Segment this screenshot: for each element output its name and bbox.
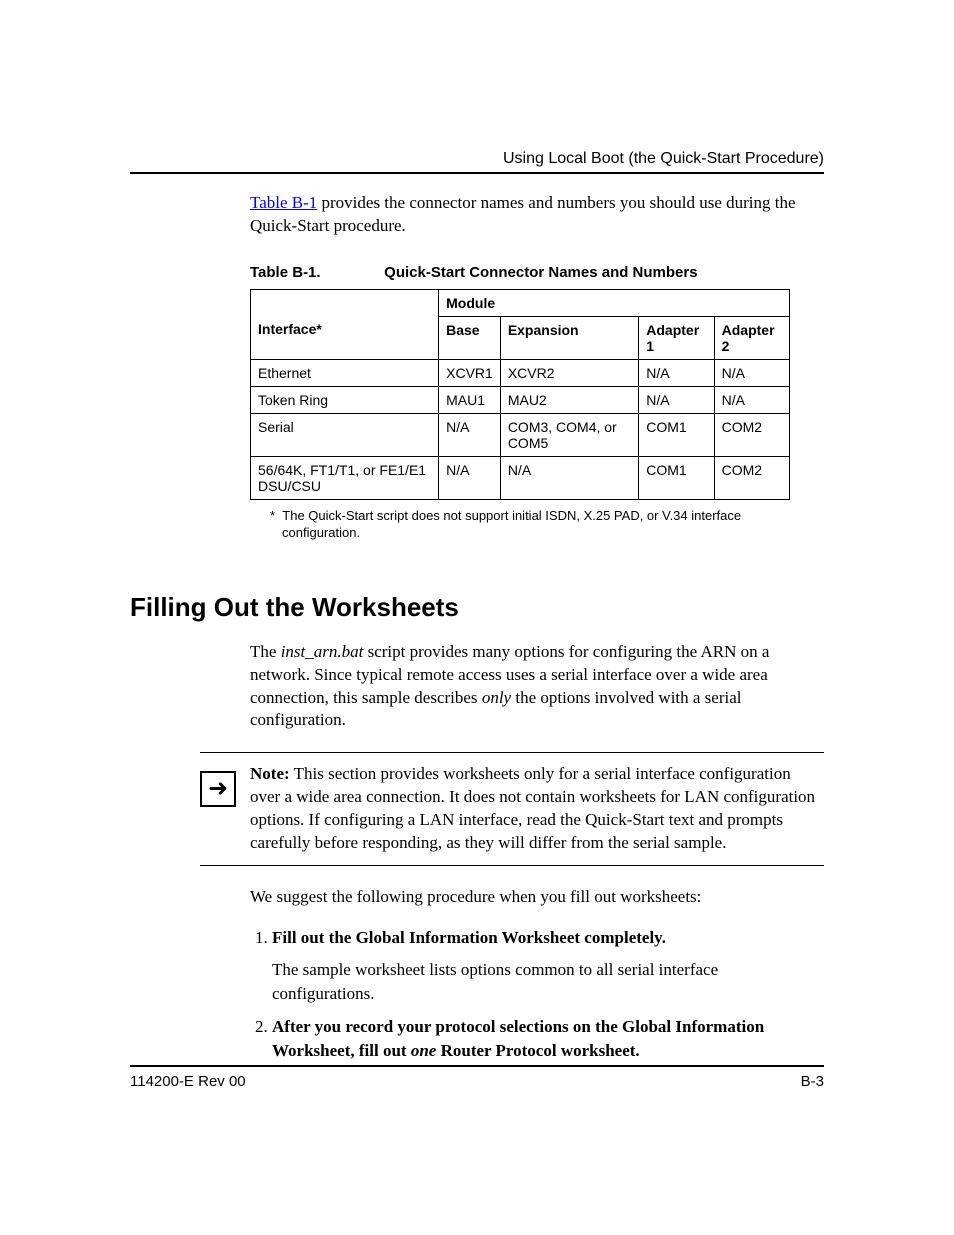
table-caption-title: Quick-Start Connector Names and Numbers [384,264,697,281]
footer-rule [130,1065,824,1067]
col-interface-spacer [251,289,439,316]
step-head: After you record your protocol selection… [272,1017,764,1060]
table-footnote: * The Quick-Start script does not suppor… [270,508,782,542]
section-intro-paragraph: The inst_arn.bat script provides many op… [250,641,824,733]
intro-paragraph: Table B-1 provides the connector names a… [250,192,824,238]
intro-rest: provides the connector names and numbers… [250,193,796,235]
footnote-marker: * [270,508,275,523]
step-item: Fill out the Global Information Workshee… [272,926,824,1005]
note-block: ➜ Note: This section provides worksheets… [200,752,824,866]
procedure-intro: We suggest the following procedure when … [250,886,824,909]
section-heading: Filling Out the Worksheets [130,592,824,623]
running-header: Using Local Boot (the Quick-Start Proced… [130,150,824,168]
step-head: Fill out the Global Information Workshee… [272,928,666,947]
col-adapter1: Adapter 1 [639,316,714,359]
note-label: Note: [250,764,290,783]
steps-list: Fill out the Global Information Workshee… [250,926,824,1063]
step-item: After you record your protocol selection… [272,1015,824,1063]
footer-left: 114200-E Rev 00 [130,1073,246,1090]
table-caption: Table B-1. Quick-Start Connector Names a… [250,264,824,281]
table-row: Token Ring MAU1 MAU2 N/A N/A [251,386,790,413]
footnote-text: The Quick-Start script does not support … [282,508,741,540]
header-rule [130,172,824,174]
footer-right: B-3 [801,1073,824,1090]
col-adapter2: Adapter 2 [714,316,789,359]
table-ref-link[interactable]: Table B-1 [250,193,317,212]
connector-table: Module Interface* Base Expansion Adapter… [250,289,790,500]
table-row: Serial N/A COM3, COM4, or COM5 COM1 COM2 [251,413,790,456]
col-interface: Interface* [251,316,439,359]
page-footer: 114200-E Rev 00 B-3 [130,1065,824,1090]
table-row: 56/64K, FT1/T1, or FE1/E1 DSU/CSU N/A N/… [251,456,790,499]
note-body: This section provides worksheets only fo… [250,764,815,852]
table-caption-label: Table B-1. [250,264,380,281]
module-header: Module [439,289,790,316]
note-text: Note: This section provides worksheets o… [250,763,824,855]
table-row: Ethernet XCVR1 XCVR2 N/A N/A [251,359,790,386]
step-sub: The sample worksheet lists options commo… [272,958,824,1006]
arrow-icon: ➜ [200,771,236,807]
col-expansion: Expansion [500,316,638,359]
col-base: Base [439,316,501,359]
